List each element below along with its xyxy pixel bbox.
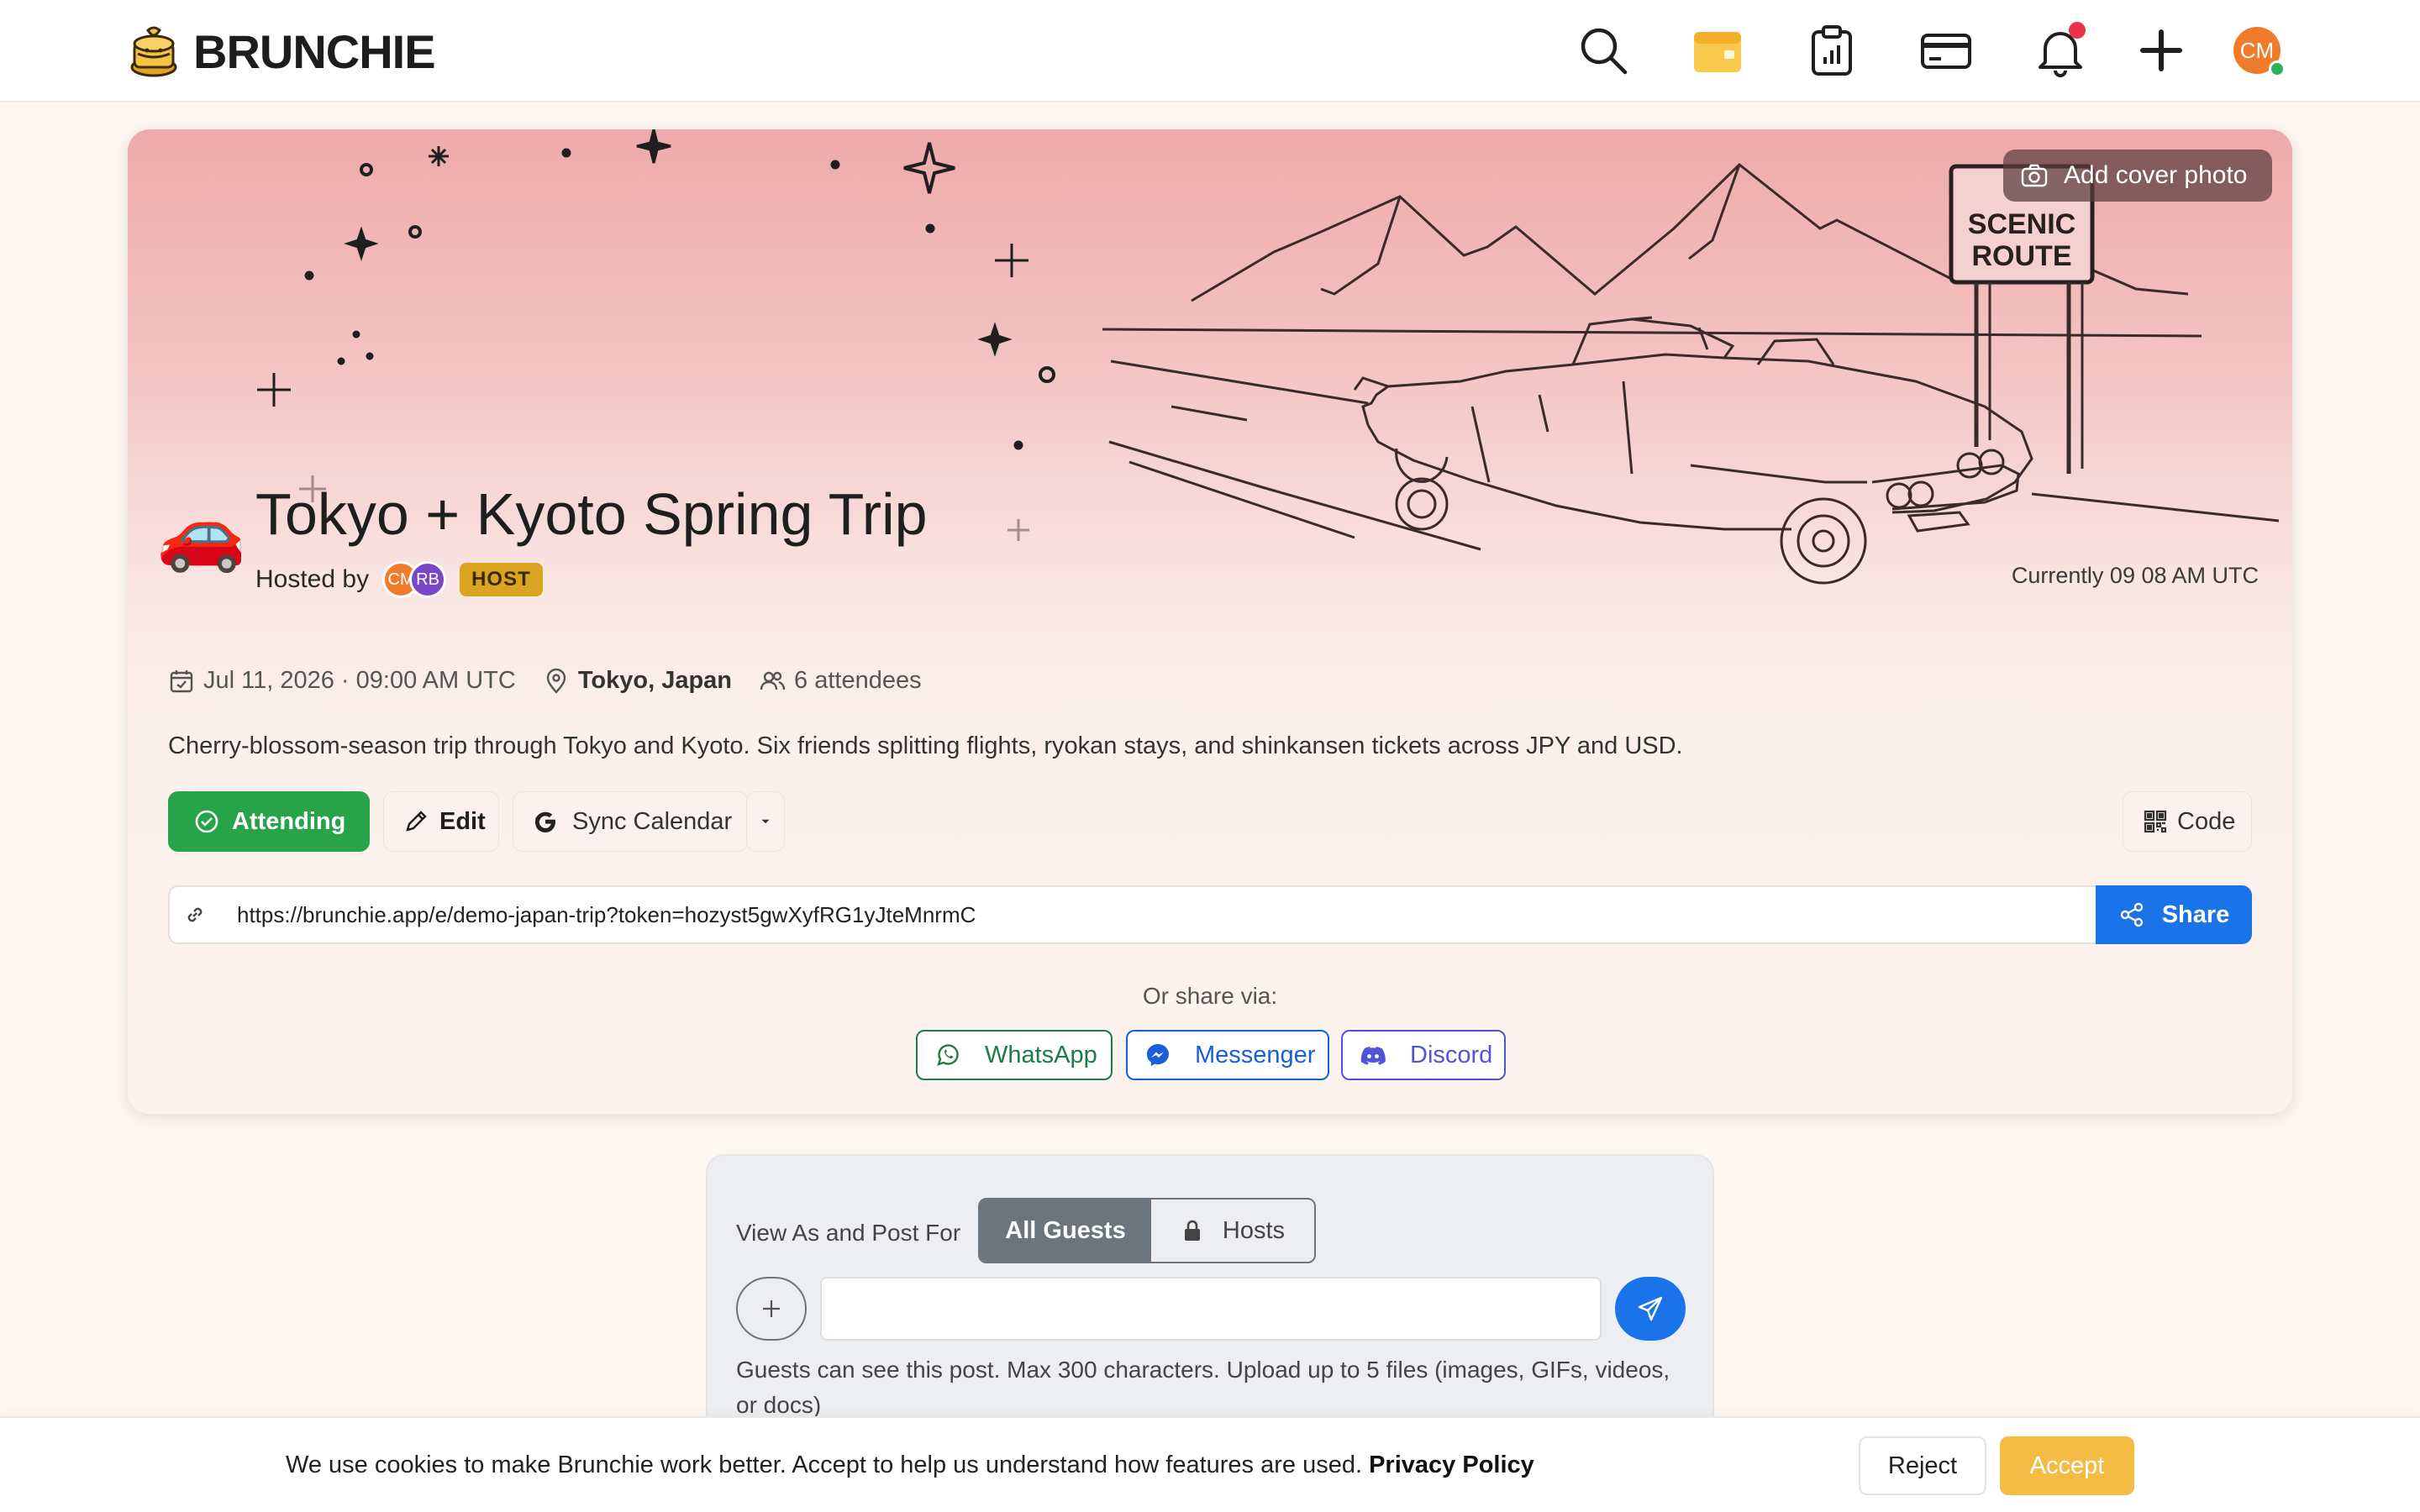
- event-hero-card: SCENIC ROUTE Add cover photo 🚗 Tokyo + K…: [128, 129, 2292, 1114]
- messenger-icon: [1147, 1044, 1169, 1066]
- add-cover-photo-label: Add cover photo: [2064, 161, 2248, 189]
- tab-hosts-label: Hosts: [1222, 1216, 1286, 1244]
- caret-down-icon: [761, 819, 770, 824]
- current-time: Currently 09 08 AM UTC: [2011, 563, 2259, 588]
- plus-icon: [763, 1300, 780, 1317]
- whatsapp-label: WhatsApp: [985, 1041, 1097, 1068]
- event-attendees[interactable]: 6 attendees: [759, 667, 922, 695]
- messenger-share-button[interactable]: Messenger: [1126, 1030, 1329, 1080]
- brand-logo[interactable]: BRUNCHIE: [129, 22, 436, 81]
- event-meta: Jul 11, 2026 · 09:00 AM UTC Tokyo, Japan…: [168, 667, 949, 695]
- share-label: Share: [2161, 900, 2230, 928]
- post-hint: Guests can see this post. Max 300 charac…: [736, 1357, 1670, 1418]
- event-title: Tokyo + Kyoto Spring Trip: [255, 481, 928, 547]
- qr-code-button[interactable]: Code: [2123, 791, 2252, 852]
- edit-label: Edit: [439, 807, 486, 835]
- google-icon: [535, 811, 555, 832]
- attending-label: Attending: [232, 807, 346, 835]
- share-url[interactable]: https://brunchie.app/e/demo-japan-trip?t…: [237, 902, 976, 928]
- discord-share-button[interactable]: Discord: [1341, 1030, 1506, 1080]
- messenger-label: Messenger: [1195, 1041, 1316, 1068]
- event-description: Cherry-blossom-season trip through Tokyo…: [168, 732, 1683, 759]
- post-input[interactable]: [820, 1277, 1602, 1341]
- online-status-dot: [2269, 60, 2286, 77]
- tab-all-guests[interactable]: All Guests: [980, 1200, 1151, 1262]
- sync-calendar-label: Sync Calendar: [572, 807, 733, 835]
- or-share-via: Or share via:: [1142, 983, 1278, 1009]
- event-location-text: Tokyo, Japan: [577, 667, 733, 694]
- link-icon: [170, 904, 220, 926]
- plus-icon[interactable]: [2131, 20, 2191, 81]
- event-date-text: Jul 11, 2026 · 09:00 AM UTC: [203, 667, 516, 694]
- host-badge: HOST: [460, 563, 543, 596]
- user-avatar[interactable]: CM: [2233, 27, 2286, 77]
- brand-name: BRUNCHIE: [193, 24, 436, 78]
- credit-card-icon[interactable]: [1916, 20, 1976, 81]
- qr-code-icon: [2144, 810, 2167, 833]
- sign-text-route: ROUTE: [1972, 240, 2072, 272]
- road-trip-illustration: SCENIC ROUTE: [257, 129, 2280, 585]
- search-icon[interactable]: [1573, 20, 1634, 81]
- privacy-policy-link[interactable]: Privacy Policy: [1369, 1452, 1534, 1478]
- cookie-message-text: We use cookies to make Brunchie work bet…: [286, 1452, 1363, 1478]
- check-circle-icon: [195, 810, 218, 833]
- share-button[interactable]: Share: [2096, 885, 2252, 944]
- send-post-button[interactable]: [1615, 1277, 1686, 1341]
- pencil-icon: [406, 811, 427, 832]
- discord-icon: [1360, 1047, 1386, 1065]
- attending-button[interactable]: Attending: [168, 791, 370, 852]
- sync-calendar-dropdown[interactable]: [746, 791, 785, 852]
- reject-cookies-button[interactable]: Reject: [1859, 1436, 1986, 1495]
- cake-logo-icon: [130, 26, 177, 77]
- edit-button[interactable]: Edit: [383, 791, 499, 852]
- event-location[interactable]: Tokyo, Japan: [543, 667, 732, 695]
- notification-dot: [2069, 22, 2086, 39]
- clipboard-chart-icon[interactable]: [1802, 20, 1862, 81]
- audience-toggle: All Guests Hosts: [978, 1198, 1316, 1263]
- discord-label: Discord: [1410, 1041, 1493, 1068]
- cookie-message: We use cookies to make Brunchie work bet…: [286, 1452, 1534, 1479]
- map-pin-icon: [546, 668, 566, 694]
- event-date: Jul 11, 2026 · 09:00 AM UTC: [168, 667, 516, 695]
- hosted-by-label: Hosted by: [255, 565, 370, 593]
- sign-text-scenic: SCENIC: [1968, 208, 2075, 240]
- top-nav: BRUNCHIE CM: [0, 0, 2420, 102]
- camera-icon: [2021, 164, 2048, 187]
- code-label: Code: [2177, 807, 2236, 835]
- hosted-by: Hosted by CM RB HOST: [255, 561, 543, 598]
- view-as-label: View As and Post For: [736, 1220, 961, 1246]
- add-attachment-button[interactable]: [736, 1277, 807, 1341]
- sync-calendar-button[interactable]: Sync Calendar: [513, 791, 748, 852]
- bell-icon[interactable]: [2030, 20, 2091, 81]
- calendar-icon: [170, 669, 193, 692]
- car-emoji-icon: 🚗: [156, 493, 247, 574]
- whatsapp-share-button[interactable]: WhatsApp: [916, 1030, 1113, 1080]
- lock-icon: [1184, 1220, 1200, 1241]
- sparkle-stars: [257, 129, 1055, 541]
- add-cover-photo-button[interactable]: Add cover photo: [2003, 150, 2272, 202]
- host-avatar[interactable]: RB: [409, 561, 447, 598]
- calendar-icon[interactable]: [1687, 20, 1748, 81]
- whatsapp-icon: [937, 1044, 959, 1066]
- share-link-row: https://brunchie.app/e/demo-japan-trip?t…: [168, 885, 2252, 944]
- users-icon: [760, 671, 786, 690]
- send-icon: [1638, 1296, 1663, 1321]
- event-attendees-text: 6 attendees: [794, 667, 922, 694]
- share-icon: [2120, 902, 2143, 927]
- user-avatar-initials: CM: [2239, 37, 2275, 63]
- accept-cookies-button[interactable]: Accept: [2000, 1436, 2134, 1495]
- host-avatars[interactable]: CM RB: [382, 561, 447, 598]
- cookie-banner: We use cookies to make Brunchie work bet…: [0, 1416, 2420, 1512]
- tab-hosts[interactable]: Hosts: [1151, 1200, 1314, 1262]
